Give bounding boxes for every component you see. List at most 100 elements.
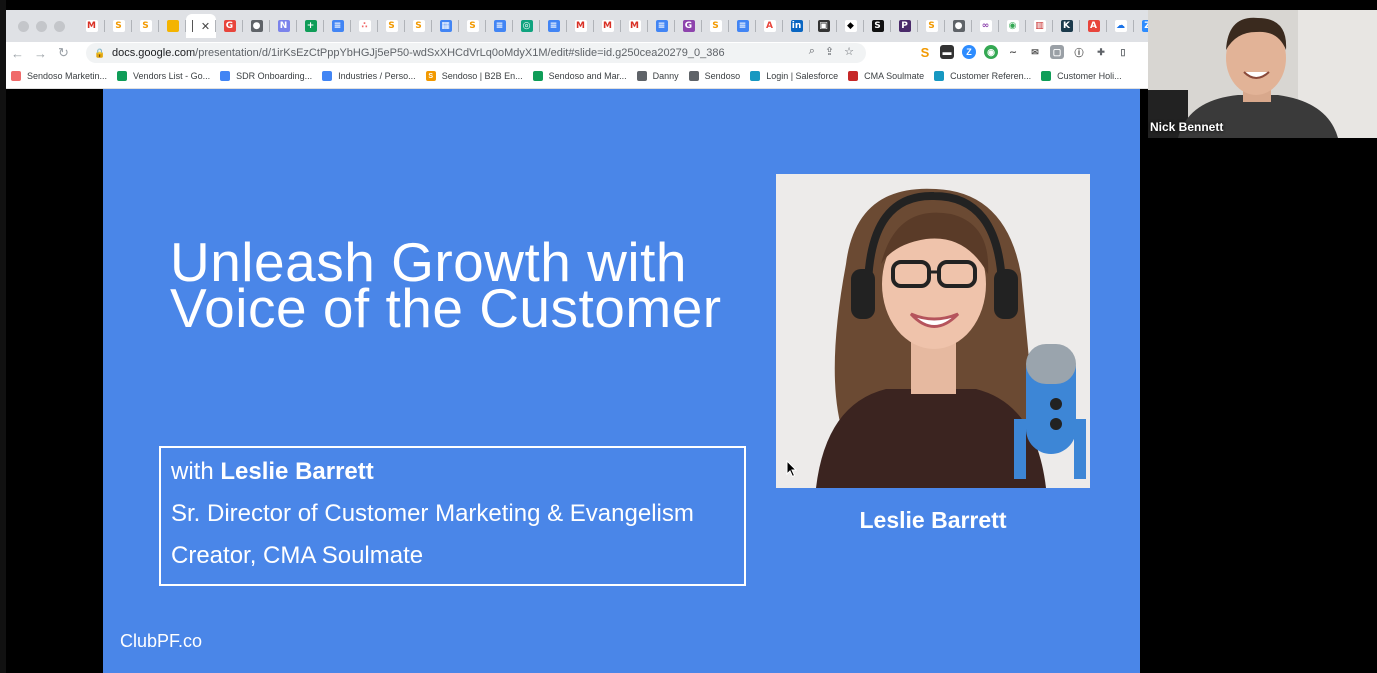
browser-tab[interactable]: in: [783, 14, 810, 38]
bookmark-item[interactable]: S Sendoso | B2B En...: [421, 64, 528, 88]
gong-icon: G: [682, 20, 695, 32]
bookmark-item[interactable]: Customer Referen...: [929, 64, 1036, 88]
browser-tab[interactable]: ◉: [999, 14, 1026, 38]
speaker-portrait-illustration: [776, 174, 1090, 488]
sheets-icon: [117, 71, 128, 81]
cloud-icon: ☁: [1114, 20, 1127, 32]
puzzle-extensions-icon[interactable]: ✚: [1094, 45, 1108, 59]
salesforce-icon: [750, 71, 761, 81]
sendoso-extension-icon[interactable]: S: [918, 45, 932, 60]
bookmark-item[interactable]: Login | Salesforce: [745, 64, 843, 88]
close-tab-icon[interactable]: ✕: [201, 20, 210, 33]
address-bar[interactable]: 🔒 docs.google.com/presentation/d/1irKsEz…: [86, 43, 866, 63]
bookmark-item[interactable]: CMA Soulmate: [843, 64, 929, 88]
browser-tab[interactable]: ◆: [837, 14, 864, 38]
tab-strip: M S S ✕ G ● N + ≡ ∴ S S ▦ S ≡ ◎ ≡ M M M ≡ G S ≡ Ain ▣ ◆ S P S ● ∞ ◉ ▥ K A ☁ Z: [6, 10, 1148, 42]
browser-tab[interactable]: P: [891, 14, 918, 38]
browser-tab[interactable]: [159, 14, 186, 38]
browser-tab[interactable]: ●: [243, 14, 270, 38]
browser-tab[interactable]: S: [405, 14, 432, 38]
browser-tab[interactable]: ▥: [1026, 14, 1053, 38]
browser-tab[interactable]: ≡: [648, 14, 675, 38]
reload-icon[interactable]: ↻: [52, 45, 75, 61]
browser-tab[interactable]: +: [297, 14, 324, 38]
back-arrow-icon[interactable]: ←: [6, 46, 29, 61]
browser-tab[interactable]: S: [702, 14, 729, 38]
sidepanel-icon[interactable]: ▯: [1116, 45, 1130, 59]
bookmark-item[interactable]: SDR Onboarding...: [215, 64, 317, 88]
active-tab[interactable]: ✕: [186, 14, 216, 38]
browser-tab[interactable]: N: [270, 14, 297, 38]
browser-tab[interactable]: M: [78, 14, 105, 38]
docs-icon: [322, 71, 333, 81]
wave-extension-icon[interactable]: ∼: [1006, 45, 1020, 59]
browser-tab[interactable]: G: [216, 14, 243, 38]
browser-tab[interactable]: ●: [945, 14, 972, 38]
browser-tab[interactable]: S: [918, 14, 945, 38]
zoom-icon[interactable]: ⌕: [809, 45, 815, 58]
browser-tab[interactable]: ▦: [432, 14, 459, 38]
linkedin-icon: in: [790, 20, 803, 32]
browser-tab[interactable]: M: [594, 14, 621, 38]
browser-tab[interactable]: S: [864, 14, 891, 38]
minimize-window-button[interactable]: [36, 20, 47, 32]
browser-tab[interactable]: A: [756, 14, 783, 38]
browser-tab[interactable]: G: [675, 14, 702, 38]
close-window-button[interactable]: [18, 20, 29, 32]
slides-blue-icon: [220, 71, 231, 81]
slides-icon: [166, 20, 179, 32]
doc-purple-icon: N: [277, 20, 290, 32]
bookmark-item[interactable]: Industries / Perso...: [317, 64, 421, 88]
browser-tab[interactable]: ≡: [729, 14, 756, 38]
bookmark-item[interactable]: Vendors List - Go...: [112, 64, 215, 88]
bookmark-label: Sendoso: [704, 71, 741, 81]
grey-extension-icon[interactable]: ▢: [1050, 45, 1064, 59]
browser-tab[interactable]: M: [567, 14, 594, 38]
browser-tab[interactable]: S: [378, 14, 405, 38]
docs-icon: ≡: [736, 20, 749, 32]
sendoso-icon: S: [925, 20, 938, 32]
bookmark-star-icon[interactable]: ☆: [844, 45, 854, 58]
browser-tab[interactable]: S: [459, 14, 486, 38]
bookmark-item[interactable]: Sendoso and Mar...: [528, 64, 632, 88]
browser-tab[interactable]: A: [1080, 14, 1107, 38]
speaker-creator: Creator, CMA Soulmate: [171, 542, 424, 569]
forward-arrow-icon[interactable]: →: [29, 46, 52, 61]
browser-tab[interactable]: ▣: [810, 14, 837, 38]
bookmark-item[interactable]: Sendoso Marketin...: [6, 64, 112, 88]
slide-title: Unleash Growth with Voice of the Custome…: [170, 235, 810, 336]
browser-tab[interactable]: ∴: [351, 14, 378, 38]
info-extension-icon[interactable]: ⓘ: [1072, 45, 1086, 59]
speaker-with-line: with Leslie Barrett: [171, 458, 374, 486]
mail-extension-icon[interactable]: ✉: [1028, 45, 1042, 59]
sheets-icon: [532, 71, 543, 81]
browser-tab[interactable]: ≡: [540, 14, 567, 38]
bookmark-item[interactable]: Customer Holi...: [1036, 64, 1127, 88]
browser-tab[interactable]: ≡: [486, 14, 513, 38]
salesforce-icon: [934, 71, 945, 81]
browser-tab[interactable]: ☁: [1107, 14, 1134, 38]
keyboard-extension-icon[interactable]: ▬: [940, 45, 954, 59]
participant-video-tile[interactable]: Nick Bennett: [1148, 10, 1377, 138]
browser-tab[interactable]: S: [105, 14, 132, 38]
participant-video-feed: [1148, 10, 1377, 138]
folder-icon: [688, 71, 699, 81]
bookmark-item[interactable]: Sendoso: [684, 64, 746, 88]
extensions-bar: S ▬ Z ◉ ∼ ✉ ▢ ⓘ ✚ ▯: [918, 45, 1130, 60]
green-extension-icon[interactable]: ◉: [984, 45, 998, 59]
browser-tab[interactable]: ≡: [324, 14, 351, 38]
browser-tab[interactable]: ◎: [513, 14, 540, 38]
browser-tab[interactable]: Z: [1134, 14, 1148, 38]
cma-icon: [848, 71, 859, 81]
browser-tab[interactable]: ∞: [972, 14, 999, 38]
browser-tab[interactable]: K: [1053, 14, 1080, 38]
bookmark-item[interactable]: Danny: [632, 64, 684, 88]
asana-icon: ∴: [358, 20, 371, 32]
browser-tab[interactable]: S: [132, 14, 159, 38]
share-icon[interactable]: ⇪: [825, 45, 834, 58]
participant-name: Nick Bennett: [1150, 120, 1224, 134]
maximize-window-button[interactable]: [54, 20, 65, 32]
speaker-caption: Leslie Barrett: [859, 507, 1007, 533]
browser-tab[interactable]: M: [621, 14, 648, 38]
zoom-extension-icon[interactable]: Z: [962, 45, 976, 59]
